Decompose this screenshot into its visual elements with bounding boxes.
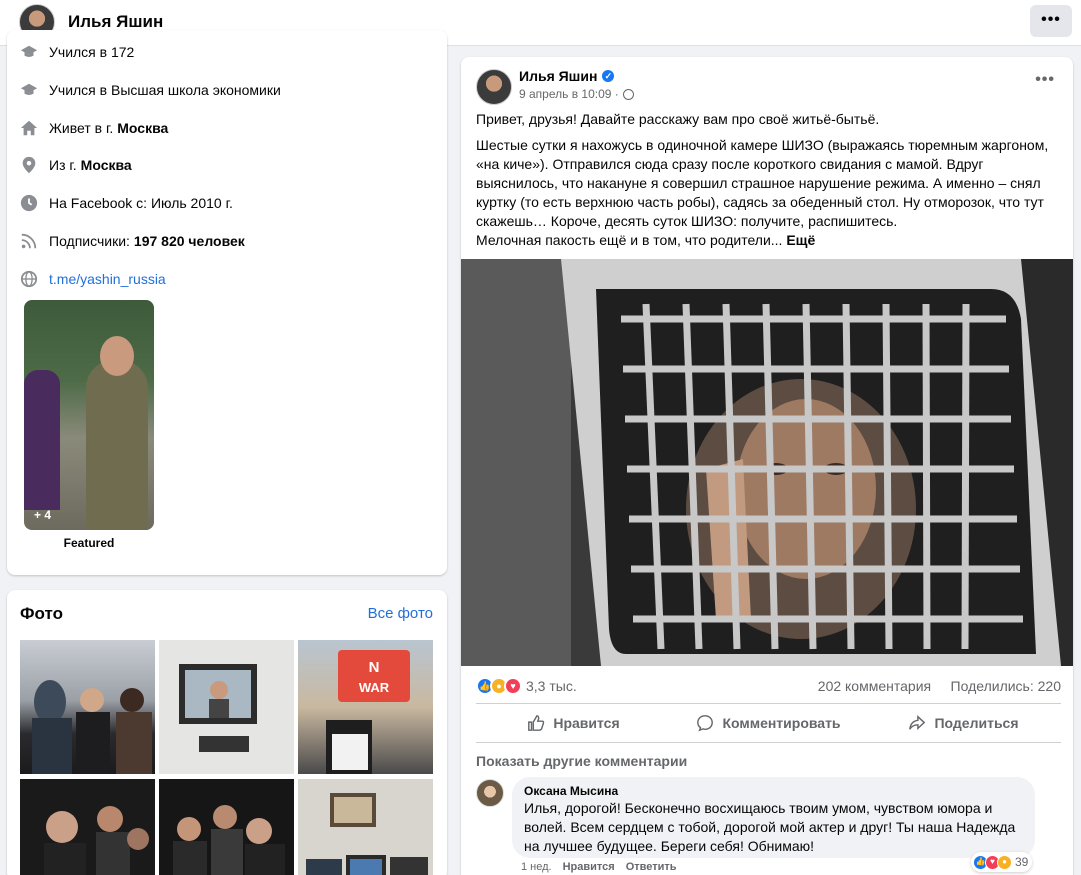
photo-thumb[interactable] [20, 779, 155, 875]
svg-text:WAR: WAR [359, 680, 390, 695]
intro-item-website: t.me/yashin_russia [19, 267, 166, 291]
commenter-avatar[interactable] [476, 779, 504, 807]
intro-item-school: Учился в 172 [19, 40, 134, 64]
reactions-bar: 👍 ● ♥ 3,3 тыс. 202 комментария Поделилис… [476, 675, 1061, 697]
graduation-cap-icon [19, 42, 39, 62]
featured-figure-left [24, 370, 60, 510]
public-globe-icon [622, 88, 634, 100]
photo-thumb[interactable] [159, 640, 294, 774]
featured-label: Featured [63, 536, 115, 550]
comment-reply-link[interactable]: Ответить [626, 861, 677, 873]
intro-item-followers: Подписчики: 197 820 человек [19, 229, 245, 253]
home-icon [19, 118, 39, 138]
intro-card: Учился в 172 Учился в Высшая школа эконо… [7, 30, 447, 575]
photos-title: Фото [20, 604, 63, 623]
post-author-avatar[interactable] [476, 69, 512, 105]
comment-actions: 1 нед. Нравится Ответить [521, 861, 677, 873]
comment-reaction-count: 39 [1015, 855, 1029, 869]
intro-item-joined: На Facebook с: Июль 2010 г. [19, 191, 233, 215]
svg-text:N: N [369, 659, 380, 676]
post-card: Илья Яшин ✓ 9 апрель в 10:09 · ••• Приве… [461, 57, 1073, 875]
comment-bubble-icon [697, 715, 714, 732]
photos-card: Фото Все фото N WAR [7, 590, 447, 875]
reaction-icons[interactable]: 👍 ● ♥ [476, 677, 522, 695]
comment-like-link[interactable]: Нравится [563, 861, 615, 873]
featured-figure-right [86, 360, 148, 530]
post-options-button[interactable]: ••• [1035, 71, 1055, 89]
commenter-name[interactable]: Оксана Мысина [524, 784, 1023, 798]
post-actions: Нравится Комментировать Поделиться [476, 703, 1061, 743]
post-text-paragraph: Мелочная пакость ещё и в том, что родите… [476, 232, 816, 248]
featured-figure-head [100, 336, 134, 376]
shares-count[interactable]: Поделились: 220 [951, 678, 1061, 694]
intro-item-university: Учился в Высшая школа экономики [19, 78, 281, 102]
profile-name[interactable]: Илья Яшин [68, 12, 163, 32]
photo-thumb[interactable] [20, 640, 155, 774]
post-author: Илья Яшин ✓ [519, 68, 615, 84]
photo-thumb[interactable] [298, 779, 433, 875]
all-photos-link[interactable]: Все фото [368, 605, 433, 622]
comment-time[interactable]: 1 нед. [521, 861, 552, 873]
like-button[interactable]: Нравится [476, 704, 671, 742]
see-more-link[interactable]: Ещё [786, 232, 815, 248]
photo-thumb[interactable] [159, 779, 294, 875]
comments-count[interactable]: 202 комментария [818, 678, 931, 694]
post-text-paragraph: Привет, друзья! Давайте расскажу вам про… [476, 111, 880, 127]
intro-item-lives-in: Живет в г. Москва [19, 116, 168, 140]
clock-icon [19, 193, 39, 213]
comments-shares-summary: 202 комментария Поделились: 220 [818, 678, 1061, 694]
care-reaction-icon: ● [997, 854, 1012, 870]
photo-thumb[interactable]: N WAR [298, 640, 433, 774]
comment-reactions[interactable]: 👍 ♥ ● 39 [971, 852, 1033, 872]
post-meta: 9 апрель в 10:09 · [519, 87, 634, 101]
post-timestamp[interactable]: 9 апрель в 10:09 · [519, 87, 619, 101]
comment-text: Илья, дорогой! Бесконечно восхищаюсь тво… [524, 800, 1016, 854]
intro-item-from: Из г. Москва [19, 153, 132, 177]
comment-button[interactable]: Комментировать [671, 704, 866, 742]
graduation-cap-icon [19, 80, 39, 100]
more-options-button[interactable]: ••• [1030, 5, 1072, 37]
lives-in-city[interactable]: Москва [117, 120, 168, 136]
share-arrow-icon [909, 715, 926, 731]
followers-count[interactable]: 197 820 человек [134, 233, 245, 249]
from-city[interactable]: Москва [81, 157, 132, 173]
location-pin-icon [19, 155, 39, 175]
post-author-name[interactable]: Илья Яшин [519, 68, 597, 84]
featured-count: + 4 [34, 508, 52, 522]
post-photo[interactable] [461, 259, 1073, 666]
verified-badge-icon: ✓ [602, 70, 615, 82]
show-more-comments-link[interactable]: Показать другие комментарии [476, 753, 687, 769]
post-text-paragraph: Шестые сутки я нахожусь в одиночной каме… [476, 137, 1049, 229]
thumbs-up-icon [528, 715, 545, 731]
reactions-count[interactable]: 3,3 тыс. [526, 678, 577, 694]
comment-bubble: Оксана Мысина Илья, дорогой! Бесконечно … [512, 777, 1035, 858]
featured-collection[interactable]: + 4 [24, 300, 154, 530]
love-reaction-icon: ♥ [504, 677, 522, 695]
globe-icon [19, 269, 39, 289]
website-link[interactable]: t.me/yashin_russia [49, 271, 166, 287]
share-button[interactable]: Поделиться [866, 704, 1061, 742]
rss-icon [19, 231, 39, 251]
